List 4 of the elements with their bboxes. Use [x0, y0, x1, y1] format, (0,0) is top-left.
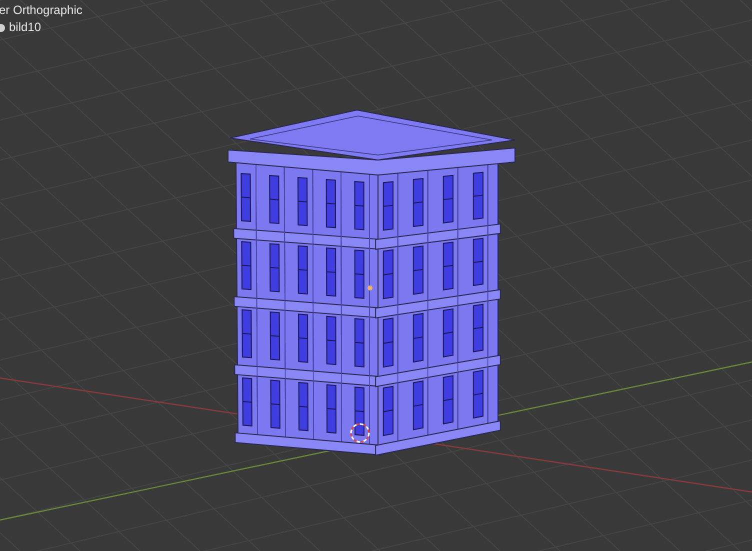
object-label: bild10	[9, 20, 42, 35]
object-icon	[0, 24, 5, 32]
3d-cursor-icon	[350, 423, 370, 443]
origin-dot-icon	[368, 286, 372, 290]
